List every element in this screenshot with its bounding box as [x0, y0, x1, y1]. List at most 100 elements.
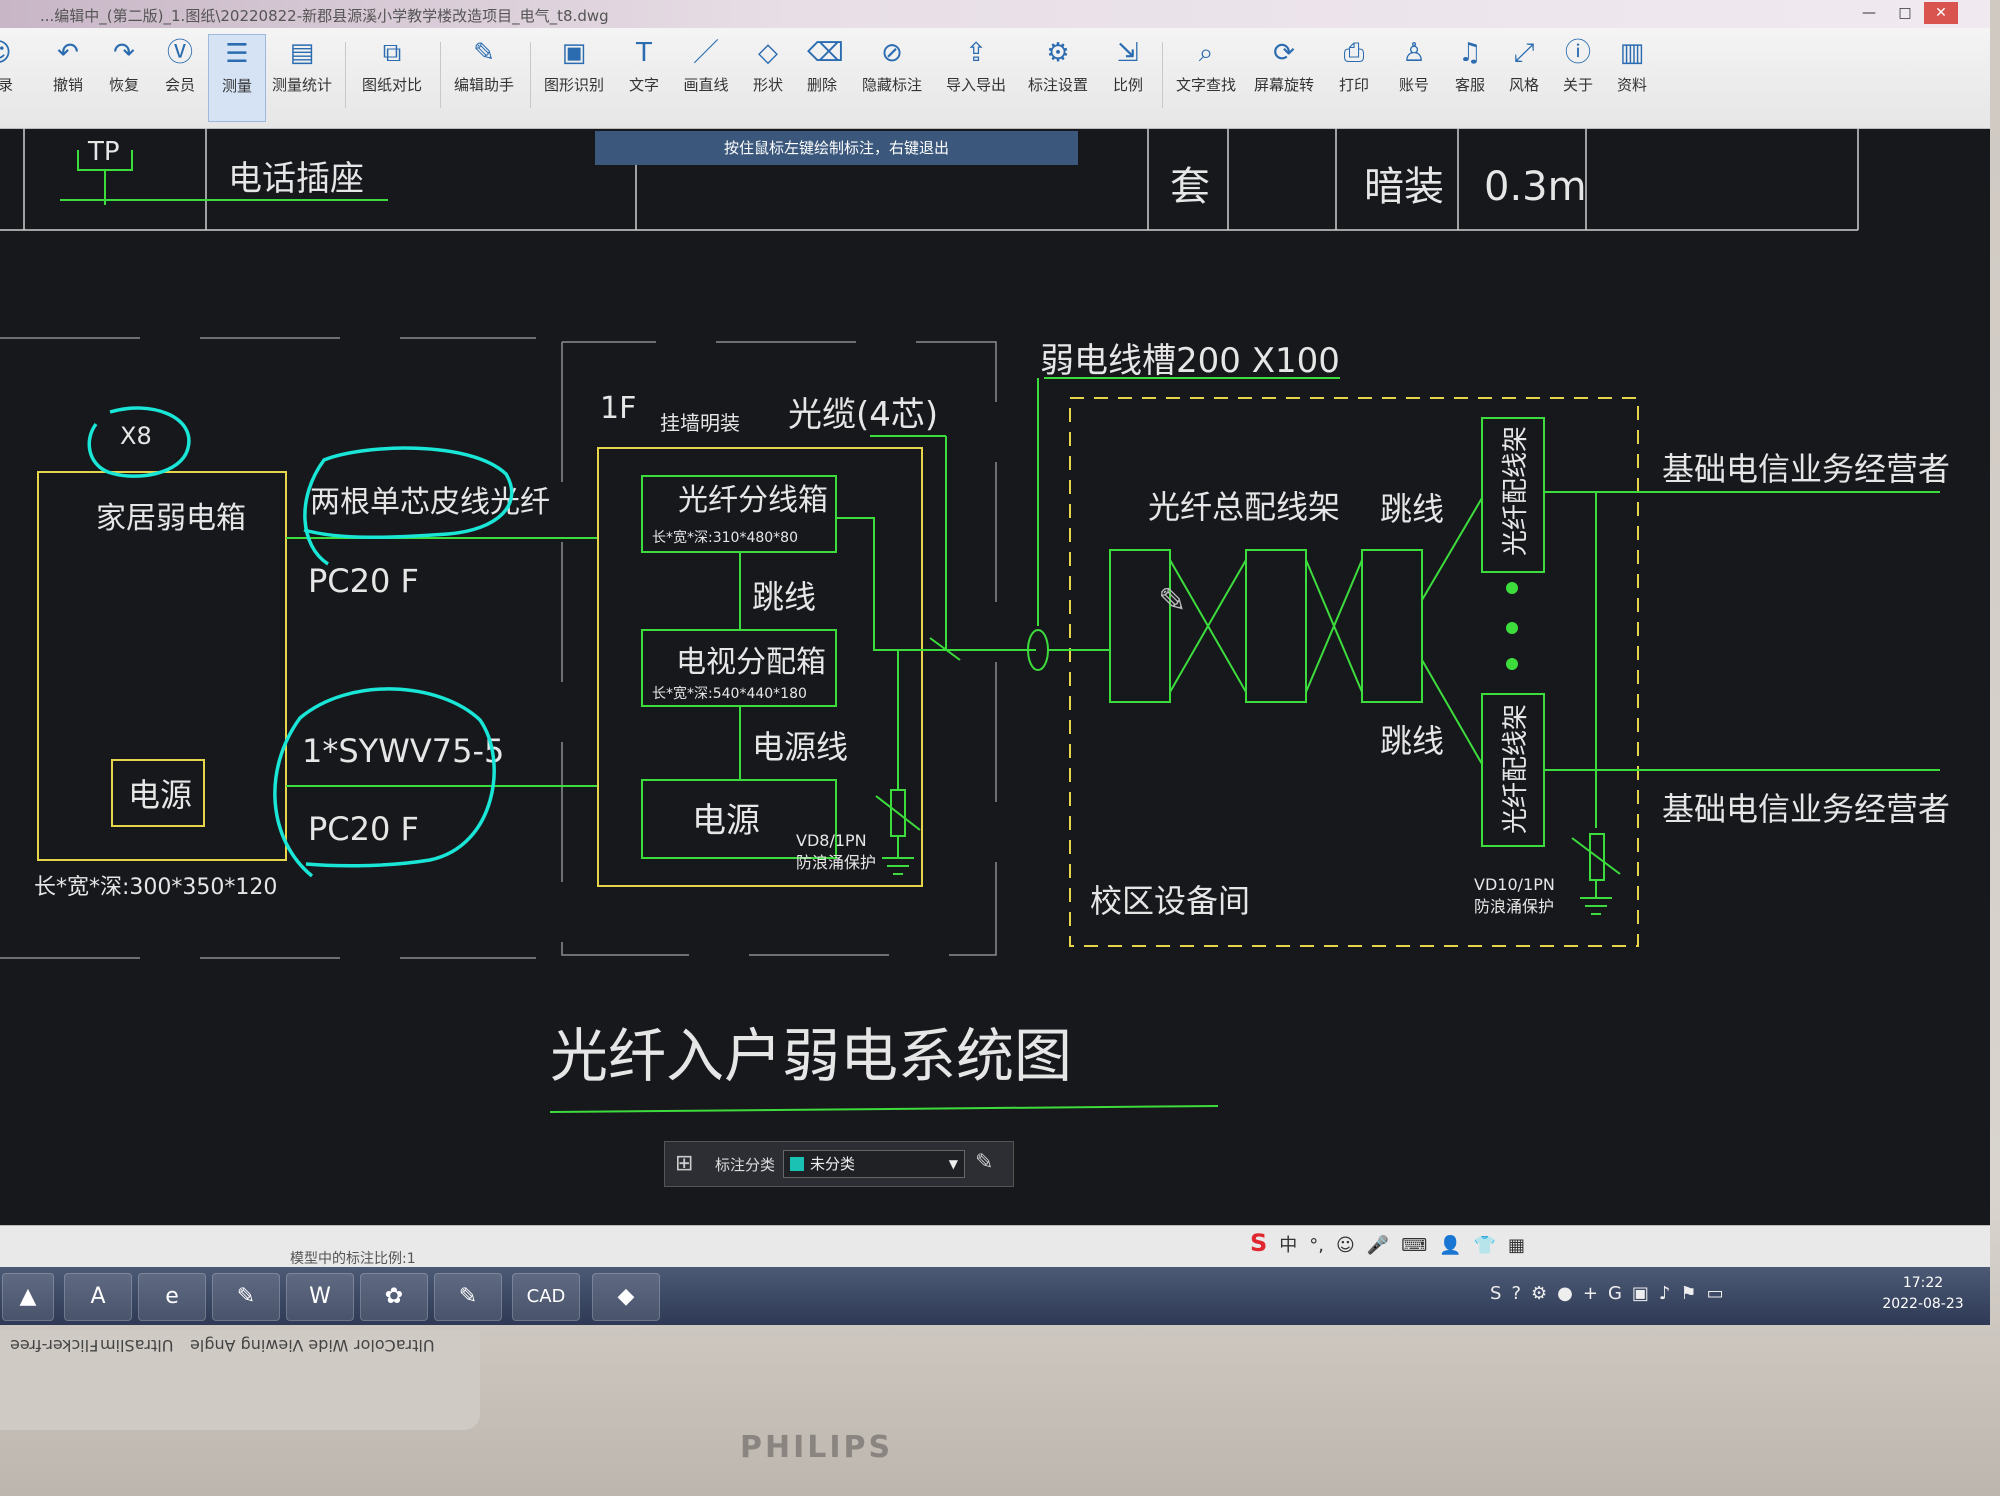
annotation-category-bar: ⊞ 标注分类 未分类 ▼ ✎	[664, 1141, 1014, 1187]
sticker-ultraslim: UltraSlim	[100, 1336, 174, 1355]
tool-label: 风格	[1508, 76, 1539, 94]
pc20-1-label: PC20 F	[308, 562, 419, 600]
ime-toolbox-icon[interactable]: ▦	[1508, 1235, 1525, 1256]
print-button[interactable]: ⎙ 打印	[1330, 34, 1378, 120]
vip-button[interactable]: Ⓥ 会员	[152, 34, 208, 120]
text-button[interactable]: T 文字	[620, 34, 668, 120]
home-size-label: 长*宽*深:300*350*120	[34, 875, 277, 900]
system-tray[interactable]: S? ⚙ ● + G ▣ ♪ ⚑ ▭	[1490, 1283, 1734, 1304]
monitor: ...编辑中_(第二版)_1.图纸\20220822-新郡县源溪小学教学楼改造项…	[0, 0, 2000, 1496]
glodon-icon[interactable]: ◆	[592, 1273, 660, 1321]
sogou-ime-icon[interactable]: S	[1250, 1229, 1267, 1257]
undo-button[interactable]: ↶ 撤销	[40, 34, 96, 120]
jumper-bottom-label: 跳线	[1380, 722, 1444, 760]
chevron-down-icon: ▼	[948, 1157, 958, 1171]
undo-icon: ↶	[57, 38, 79, 68]
ime-punct-icon[interactable]: °,	[1309, 1235, 1324, 1256]
clock-time: 17:22	[1902, 1275, 1944, 1291]
toolbar: ☺ 登录 ↶ 撤销 ↷ 恢复 Ⓥ 会员 ☰ 测量 ▤ 测量统计 ⧉ 图纸对比 ✎ 编辑助手 ▣ 图…	[0, 28, 1990, 129]
pdf-icon[interactable]: ▲	[2, 1273, 54, 1321]
support-button[interactable]: ♫ 客服	[1446, 34, 1494, 120]
fiber-box-label: 光纤分线箱	[678, 483, 828, 518]
shape-button[interactable]: ◇ 形状	[744, 34, 792, 120]
tool-label: 导入导出	[945, 76, 1006, 94]
maximize-button[interactable]: □	[1888, 2, 1922, 24]
edit-helper-button[interactable]: ✎ 编辑助手	[450, 34, 518, 120]
pen2-icon[interactable]: ✎	[434, 1273, 502, 1321]
ie-icon[interactable]: e	[138, 1273, 206, 1321]
close-button[interactable]: ✕	[1924, 2, 1958, 24]
edit-icon[interactable]: ✎	[975, 1150, 993, 1175]
hint-banner: 按住鼠标左键绘制标注，右键退出	[595, 131, 1078, 165]
legend-height: 0.3m	[1484, 164, 1587, 210]
redo-button[interactable]: ↷ 恢复	[96, 34, 152, 120]
screen: ...编辑中_(第二版)_1.图纸\20220822-新郡县源溪小学教学楼改造项…	[0, 0, 1990, 1325]
cad-icon[interactable]: CAD	[512, 1273, 580, 1321]
power-line-label: 电源线	[752, 728, 848, 766]
delete-button[interactable]: ⌫ 删除	[798, 34, 846, 120]
login-button[interactable]: ☺ 登录	[0, 34, 26, 120]
text-search-button[interactable]: ⌕ 文字查找	[1170, 34, 1242, 120]
tool-label: 文字查找	[1175, 76, 1236, 94]
user-icon: ☺	[0, 38, 13, 68]
tool-label: 隐藏标注	[861, 76, 922, 94]
autocad-icon[interactable]: A	[64, 1273, 132, 1321]
ime-emoji-icon[interactable]: ☺	[1336, 1235, 1355, 1256]
vd8-label: VD8/1PN	[796, 831, 867, 850]
minimize-button[interactable]: —	[1852, 2, 1886, 24]
ime-voice-icon[interactable]: 🎤	[1367, 1235, 1389, 1256]
ime-keyboard-icon[interactable]: ⌨	[1401, 1235, 1427, 1256]
recognize-button[interactable]: ▣ 图形识别	[540, 34, 608, 120]
line-button[interactable]: ／ 画直线	[678, 34, 734, 120]
fiber-cable-label: 光缆(4芯)	[788, 395, 938, 435]
annotation-category-select[interactable]: 未分类 ▼	[783, 1150, 965, 1178]
tool-label: 客服	[1454, 76, 1485, 94]
headset-icon: ♫	[1458, 38, 1482, 68]
tool-label: 图形识别	[543, 76, 604, 94]
pen-icon[interactable]: ✎	[212, 1273, 280, 1321]
rotate-button[interactable]: ⟳ 屏幕旋转	[1248, 34, 1320, 120]
window-title: ...编辑中_(第二版)_1.图纸\20220822-新郡县源溪小学教学楼改造项…	[40, 7, 609, 25]
wps-icon[interactable]: W	[286, 1273, 354, 1321]
pencil-cursor-icon: ✎	[1158, 581, 1187, 621]
tool-label: 屏幕旋转	[1253, 76, 1314, 94]
ime-user-icon[interactable]: 👤	[1439, 1235, 1461, 1256]
ime-skin-icon[interactable]: 👕	[1474, 1235, 1496, 1256]
print-icon: ⎙	[1343, 38, 1365, 68]
docs-button[interactable]: ▥ 资料	[1608, 34, 1656, 120]
clock[interactable]: 17:22 2022-08-23	[1868, 1273, 1978, 1315]
measure-button[interactable]: ☰ 测量	[208, 34, 266, 122]
title-underline	[549, 1105, 1219, 1113]
measure-icon: ☰	[225, 39, 249, 69]
title-bar: ...编辑中_(第二版)_1.图纸\20220822-新郡县源溪小学教学楼改造项…	[0, 0, 1990, 28]
tool-label: 测量	[221, 77, 252, 95]
about-button[interactable]: ⓘ 关于	[1554, 34, 1602, 120]
tool-label: 标注设置	[1027, 76, 1088, 94]
hide-annotation-button[interactable]: ⊘ 隐藏标注	[856, 34, 928, 120]
grid-icon[interactable]: ⊞	[675, 1151, 693, 1176]
category-color-swatch	[790, 1157, 804, 1171]
annotation-settings-button[interactable]: ⚙ 标注设置	[1022, 34, 1094, 120]
jumper-top-label: 跳线	[1380, 490, 1444, 528]
account-button[interactable]: ♙ 账号	[1390, 34, 1438, 120]
ime-toolbar[interactable]: S 中 °, ☺ 🎤 ⌨ 👤 👕 ▦	[1250, 1229, 1537, 1263]
surge1-label: 防浪涌保护	[796, 853, 876, 872]
home-box-label: 家居弱电箱	[96, 501, 246, 536]
ime-mode-cn[interactable]: 中	[1279, 1235, 1297, 1256]
stats-icon: ▤	[289, 38, 315, 68]
compare-button[interactable]: ⧉ 图纸对比	[358, 34, 426, 120]
measure-stats-button[interactable]: ▤ 测量统计	[268, 34, 336, 120]
text-search-icon: ⌕	[1198, 38, 1214, 68]
import-export-icon: ⇪	[965, 38, 987, 68]
tool-label: 比例	[1112, 76, 1143, 94]
style-button[interactable]: ⤢ 风格	[1500, 34, 1548, 120]
cad-canvas[interactable]: TP 电话插座 套 暗装 0.3m 家居弱电箱 电源 长*宽*深:300*350…	[0, 128, 1990, 1198]
photo-icon[interactable]: ✿	[360, 1273, 428, 1321]
import-export-button[interactable]: ⇪ 导入导出	[940, 34, 1012, 120]
legend-name: 电话插座	[228, 159, 364, 199]
campus-room-label: 校区设备间	[1090, 882, 1250, 920]
clock-date: 2022-08-23	[1882, 1296, 1964, 1312]
text-icon: T	[636, 38, 652, 68]
frame-bottom-label: 光纤配线架	[1501, 704, 1531, 834]
scale-button[interactable]: ⇲ 比例	[1104, 34, 1152, 120]
